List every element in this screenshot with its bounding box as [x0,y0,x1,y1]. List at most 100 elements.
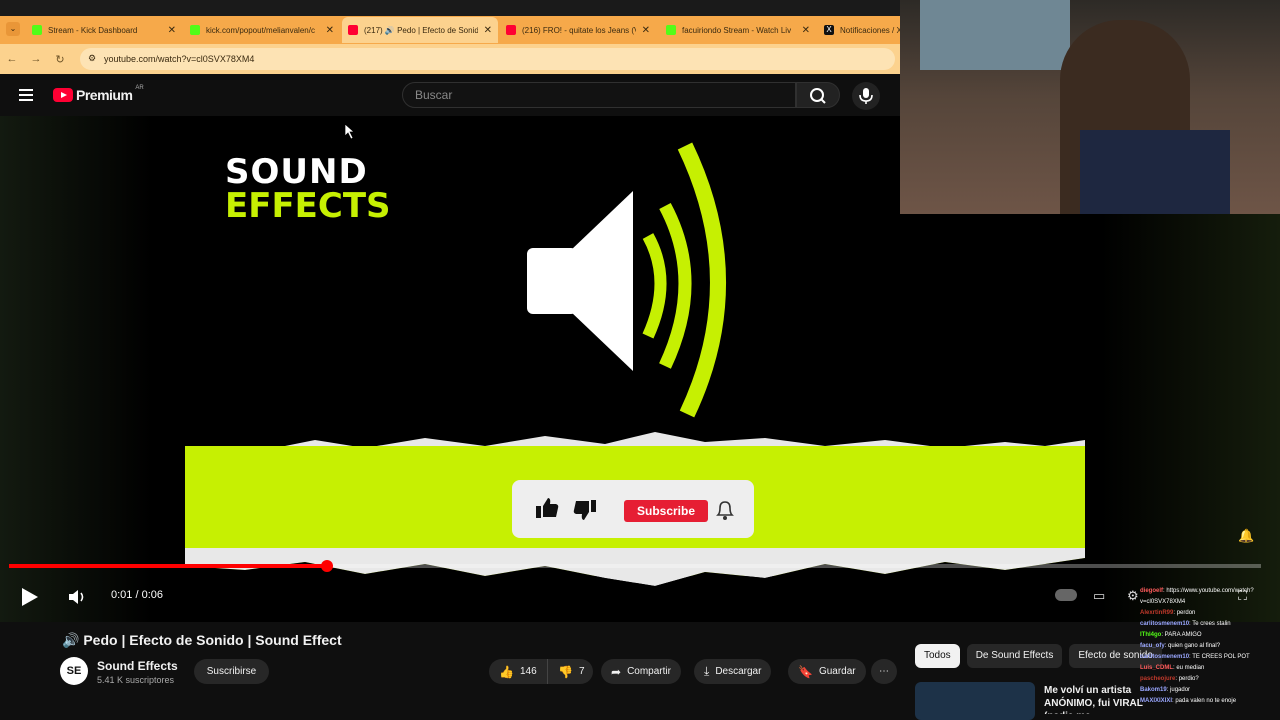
share-button[interactable]: ➦ Compartir [601,659,681,684]
mouse-cursor-icon [345,124,355,140]
like-count: 146 [519,666,537,677]
channel-name[interactable]: Sound Effects [97,659,178,673]
browser-tab[interactable]: (216) FRO! - quitate los Jeans (V ✕ [500,18,656,42]
thumbs-down-icon [573,500,596,520]
brand-line-2: EFFECTS [225,186,391,226]
channel-avatar[interactable]: SE [60,657,88,685]
youtube-play-logo-icon [53,88,73,102]
streamer-shirt [1080,130,1230,214]
subscriber-count: 5.41 K suscriptores [97,675,175,685]
region-code: AR [135,85,144,91]
kick-favicon-icon [666,25,676,35]
save-label: Guardar [818,666,856,677]
player-controls: 0:01 / 0:06 ▭ ⚙ ⛶ [0,576,1280,620]
settings-gear-icon[interactable]: ⚙ [1127,588,1139,604]
video-title: 🔊 Pedo | Efecto de Sonido | Sound Effect [62,632,342,648]
dislike-count: 7 [578,666,585,677]
like-button[interactable]: 👍 146 [489,659,547,684]
browser-tab[interactable]: facuiriondo Stream - Watch Liv ✕ [660,18,816,42]
microphone-icon [859,88,873,104]
chat-message: carlitosmenem10: Te crees stalin [1140,621,1231,627]
browser-toolbar: ← → ↻ ⚙ youtube.com/watch?v=cl0SVX78XM4 [0,44,900,74]
back-arrow-icon[interactable]: ← [0,53,24,65]
chat-message: Luis_CDML: eu median [1140,665,1205,671]
subscribe-card: Subscribe [512,480,754,538]
chat-message: diegoelf: https://www.youtube.com/watch?… [1140,588,1254,605]
close-tab-icon[interactable]: ✕ [326,25,334,36]
youtube-favicon-icon [506,25,516,35]
download-label: Descargar [715,666,762,677]
chat-message: pascheojure: perdio? [1140,676,1199,682]
menu-icon[interactable] [19,89,33,101]
share-icon: ➦ [611,664,622,679]
video-info-section: 🔊 Pedo | Efecto de Sonido | Sound Effect… [0,622,1280,720]
close-tab-icon[interactable]: ✕ [168,25,176,36]
chat-message: Bakom19: jugador [1140,687,1191,693]
download-button[interactable]: ⤓ Descargar [694,659,772,684]
browser-tab[interactable]: Stream - Kick Dashboard ✕ [26,18,182,42]
dislike-button[interactable]: 👎 7 [547,659,593,684]
tab-title: kick.com/popout/melianvalen/c [206,25,315,35]
sound-effects-brand-logo: SOUND EFFECTS [225,152,391,226]
bell-icon [716,501,734,520]
chat-message: carlitosmenem10: TE CREES POL POT [1140,654,1250,660]
thumbs-up-icon [536,498,559,518]
kick-favicon-icon [190,25,200,35]
subscribe-button[interactable]: Suscribirse [194,659,269,684]
speaker-icon [527,142,726,418]
close-tab-icon[interactable]: ✕ [484,25,492,36]
share-label: Compartir [627,666,671,677]
tab-title: Stream - Kick Dashboard [48,25,138,35]
notification-bell-icon[interactable]: 🔔 [1238,528,1254,544]
logo-text: Premium [76,87,133,103]
tab-title: (217) 🔊 Pedo | Efecto de Sonid [364,25,478,35]
forward-arrow-icon[interactable]: → [24,53,48,65]
search-icon [810,88,826,104]
kick-favicon-icon [32,25,42,35]
webcam-overlay [900,0,1280,214]
reload-icon[interactable]: ↻ [48,53,72,66]
dislike-icon: 👎 [558,664,573,679]
x-favicon-icon: X [824,25,834,35]
chip-todos[interactable]: Todos [915,644,960,668]
volume-icon[interactable] [66,586,88,608]
recommendation-thumbnail[interactable] [915,682,1035,720]
progress-bar[interactable] [9,560,1261,572]
close-tab-icon[interactable]: ✕ [642,25,650,36]
youtube-premium-logo[interactable]: Premium AR [53,85,144,103]
tab-title: Notificaciones / X [840,25,900,35]
save-button[interactable]: 🔖 Guardar [788,659,866,684]
voice-search-button[interactable] [852,82,880,110]
youtube-header: Premium AR Buscar [0,74,900,116]
chat-message: MAXIXIXIXI: pada valen no te enoje [1140,698,1237,704]
tab-title: facuiriondo Stream - Watch Liv [682,25,792,35]
url-text: youtube.com/watch?v=cl0SVX78XM4 [104,54,255,64]
bookmark-icon: 🔖 [798,664,813,679]
progress-played [9,564,327,568]
more-dots-icon: ⋯ [879,666,889,677]
autoplay-toggle[interactable] [1055,589,1077,601]
search-button[interactable] [796,82,840,108]
close-tab-icon[interactable]: ✕ [802,25,810,36]
browser-tab-active[interactable]: (217) 🔊 Pedo | Efecto de Sonid ✕ [342,17,498,43]
more-actions-button[interactable]: ⋯ [871,659,897,684]
chat-message: facu_ofy: quien gano al final? [1140,643,1221,649]
like-icon: 👍 [499,664,514,679]
subtitles-icon[interactable]: ▭ [1093,588,1105,604]
window-background [920,0,1070,70]
recommendation-title[interactable]: Me volví un artista ANÓNIMO, fui VIRAL (… [1044,684,1154,714]
search-input[interactable]: Buscar [402,82,796,108]
time-display: 0:01 / 0:06 [111,589,163,601]
chip-from-channel[interactable]: De Sound Effects [966,644,1063,668]
chat-message: IThl4go: PARA AMIGO [1140,632,1202,638]
browser-tab[interactable]: kick.com/popout/melianvalen/c ✕ [184,18,340,42]
download-icon: ⤓ [704,664,710,678]
filter-chips: Todos De Sound Effects Efecto de sonido [915,644,1169,668]
site-info-icon[interactable]: ⚙ [88,53,96,64]
play-icon[interactable] [22,588,38,606]
browser-tab[interactable]: X Notificaciones / X [818,18,908,42]
tab-search-button[interactable]: ⌄ [6,22,20,36]
scrubber-handle[interactable] [321,560,333,572]
address-bar[interactable]: ⚙ youtube.com/watch?v=cl0SVX78XM4 [80,48,895,70]
stream-chat-overlay: diegoelf: https://www.youtube.com/watch?… [1140,586,1280,720]
